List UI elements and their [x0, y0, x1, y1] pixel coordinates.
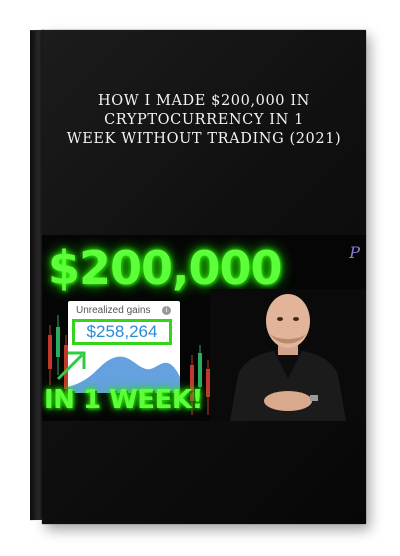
channel-logo: P: [349, 243, 360, 262]
in-1-week-text: IN 1 WEEK!: [44, 385, 203, 415]
gains-value: $258,264: [86, 322, 158, 341]
info-icon: i: [162, 306, 171, 315]
title-line: WEEK WITHOUT TRADING (2021): [66, 131, 342, 147]
product-title: HOW I MADE $200,000 IN CRYPTOCURRENCY IN…: [42, 92, 366, 149]
gains-label: Unrealized gains: [76, 305, 151, 316]
headline-amount: $200,000: [48, 241, 283, 295]
thumbnail-banner: $200,000 P Unrealized gains i $258,264 I…: [42, 235, 366, 421]
gains-value-frame: $258,264: [72, 319, 172, 345]
title-line: HOW I MADE $200,000 IN: [98, 93, 310, 109]
product-page: HOW I MADE $200,000 IN CRYPTOCURRENCY IN…: [0, 0, 400, 556]
title-line: CRYPTOCURRENCY IN 1: [104, 112, 304, 128]
product-box: HOW I MADE $200,000 IN CRYPTOCURRENCY IN…: [42, 30, 366, 524]
up-arrow-icon: [56, 351, 86, 381]
presenter-photo: [210, 289, 366, 421]
